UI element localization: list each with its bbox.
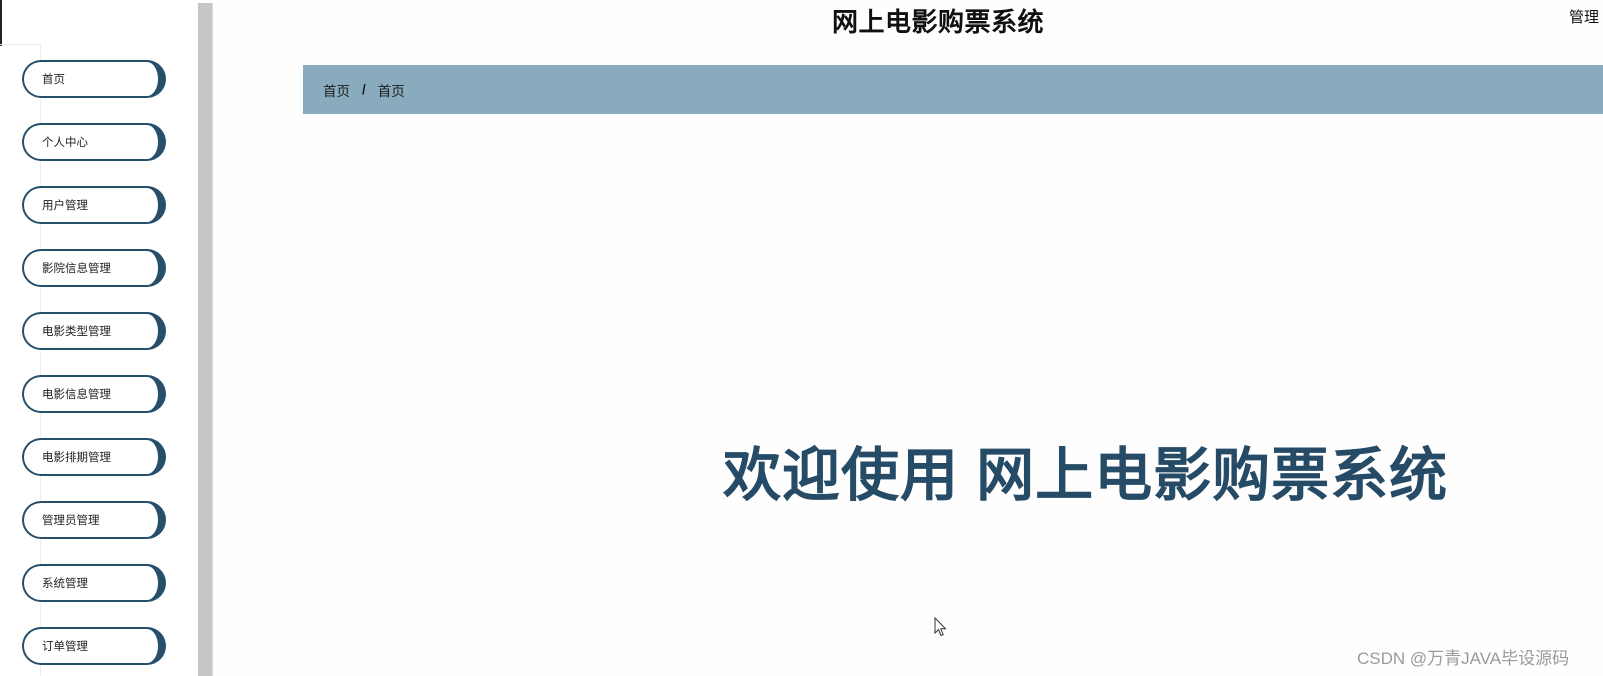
sidebar-item-label: 订单管理 [42, 641, 88, 653]
sidebar-item-movie-info[interactable]: 电影信息管理 [22, 375, 166, 413]
sidebar-item-system-management[interactable]: 系统管理 [22, 564, 166, 602]
sidebar-item-admin-management[interactable]: 管理员管理 [22, 501, 166, 539]
sidebar-item-label: 首页 [42, 74, 65, 86]
sidebar-divider-top [0, 44, 42, 45]
sidebar-item-home[interactable]: 首页 [22, 60, 166, 98]
sidebar-item-label: 管理员管理 [42, 515, 100, 527]
sidebar-item-cinema-info[interactable]: 影院信息管理 [22, 249, 166, 287]
sidebar-scrollbar[interactable] [198, 3, 213, 676]
sidebar-item-order-management[interactable]: 订单管理 [22, 627, 166, 665]
sidebar-item-label: 电影信息管理 [42, 389, 111, 401]
page-title: 网上电影购票系统 [832, 7, 1045, 37]
sidebar-edge-marker [0, 0, 2, 46]
breadcrumb-item-current: 首页 [377, 83, 405, 99]
breadcrumb: 首页 / 首页 [303, 65, 1603, 114]
page: 首页 个人中心 用户管理 影院信息管理 电影类型管理 电影信息管理 电影排期管理… [0, 0, 1603, 676]
watermark-text: CSDN @万青JAVA毕设源码 [1357, 649, 1570, 668]
sidebar-item-label: 电影排期管理 [42, 452, 111, 464]
sidebar-menu: 首页 个人中心 用户管理 影院信息管理 电影类型管理 电影信息管理 电影排期管理… [22, 60, 172, 676]
sidebar-item-label: 用户管理 [42, 200, 88, 212]
sidebar-item-movie-type[interactable]: 电影类型管理 [22, 312, 166, 350]
breadcrumb-item-home[interactable]: 首页 [323, 80, 350, 100]
breadcrumb-separator: / [362, 82, 366, 97]
welcome-heading: 欢迎使用 网上电影购票系统 [723, 443, 1449, 508]
sidebar-item-label: 个人中心 [42, 137, 88, 149]
mouse-pointer-icon [934, 617, 947, 637]
sidebar-item-movie-schedule[interactable]: 电影排期管理 [22, 438, 166, 476]
sidebar-item-label: 系统管理 [42, 578, 88, 590]
user-menu[interactable]: 管理 [1569, 6, 1599, 27]
sidebar-item-label: 影院信息管理 [42, 263, 111, 275]
sidebar: 首页 个人中心 用户管理 影院信息管理 电影类型管理 电影信息管理 电影排期管理… [0, 0, 197, 676]
sidebar-item-label: 电影类型管理 [42, 326, 111, 338]
sidebar-item-personal-center[interactable]: 个人中心 [22, 123, 166, 161]
sidebar-item-user-management[interactable]: 用户管理 [22, 186, 166, 224]
